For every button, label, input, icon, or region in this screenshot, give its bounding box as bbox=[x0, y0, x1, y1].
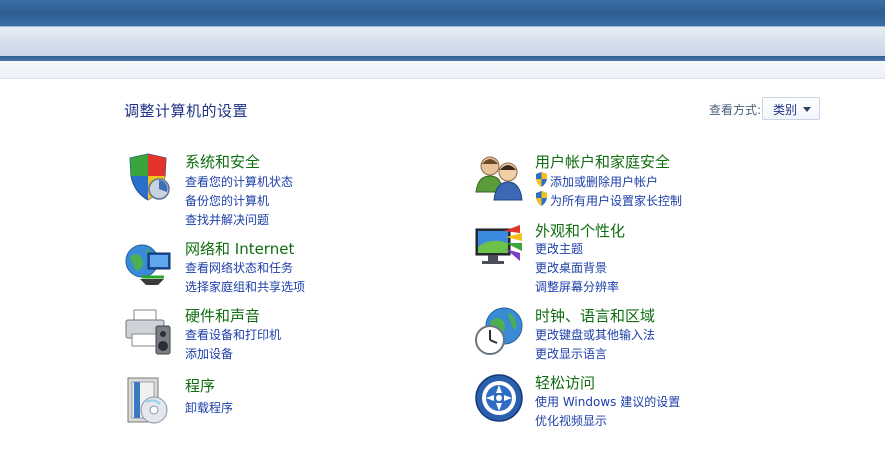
link-view-network-status[interactable]: 查看网络状态和任务 bbox=[185, 259, 293, 276]
page-title: 调整计算机的设置 bbox=[124, 102, 249, 120]
link-windows-suggested-settings[interactable]: 使用 Windows 建议的设置 bbox=[535, 393, 680, 410]
users-icon[interactable] bbox=[474, 152, 524, 202]
programs-icon[interactable] bbox=[124, 376, 174, 426]
clock-globe-icon[interactable] bbox=[474, 306, 524, 356]
category-heading-ease-of-access[interactable]: 轻松访问 bbox=[535, 372, 595, 393]
view-by-value: 类别 bbox=[773, 103, 798, 117]
category-hardware-sound: 硬件和声音 查看设备和打印机 添加设备 bbox=[124, 306, 424, 366]
link-change-input-method[interactable]: 更改键盘或其他输入法 bbox=[535, 326, 655, 343]
category-heading-clock-language-region[interactable]: 时钟、语言和区域 bbox=[535, 305, 655, 326]
category-system-security: 系统和安全 查看您的计算机状态 备份您的计算机 查找并解决问题 bbox=[124, 152, 424, 232]
link-change-background[interactable]: 更改桌面背景 bbox=[535, 259, 607, 276]
category-heading-network-internet[interactable]: 网络和 Internet bbox=[185, 238, 294, 259]
link-add-device[interactable]: 添加设备 bbox=[185, 345, 233, 362]
category-heading-system-security[interactable]: 系统和安全 bbox=[185, 151, 260, 172]
link-troubleshoot[interactable]: 查找并解决问题 bbox=[185, 211, 269, 228]
link-change-display-language[interactable]: 更改显示语言 bbox=[535, 345, 607, 362]
monitor-paint-icon[interactable] bbox=[474, 221, 524, 271]
link-homegroup-sharing[interactable]: 选择家庭组和共享选项 bbox=[185, 278, 305, 295]
view-by-label: 查看方式: bbox=[709, 103, 762, 117]
link-devices-printers[interactable]: 查看设备和打印机 bbox=[185, 326, 281, 343]
printer-icon[interactable] bbox=[124, 306, 174, 356]
category-ease-of-access: 轻松访问 使用 Windows 建议的设置 优化视频显示 bbox=[474, 373, 814, 433]
ease-of-access-icon[interactable] bbox=[474, 373, 524, 423]
link-uninstall-program[interactable]: 卸载程序 bbox=[185, 399, 233, 416]
chevron-down-icon bbox=[803, 107, 811, 112]
category-network-internet: 网络和 Internet 查看网络状态和任务 选择家庭组和共享选项 bbox=[124, 239, 424, 299]
category-heading-programs[interactable]: 程序 bbox=[185, 375, 215, 396]
window-title-bar bbox=[0, 0, 885, 26]
category-heading-user-accounts[interactable]: 用户帐户和家庭安全 bbox=[535, 151, 670, 172]
command-strip bbox=[0, 61, 885, 79]
uac-shield-icon bbox=[536, 191, 547, 206]
category-heading-hardware-sound[interactable]: 硬件和声音 bbox=[185, 305, 260, 326]
address-bar-area bbox=[0, 26, 885, 57]
view-by-dropdown[interactable]: 类别 bbox=[762, 97, 820, 120]
shield-icon[interactable] bbox=[124, 152, 174, 202]
category-appearance: 外观和个性化 更改主题 更改桌面背景 调整屏幕分辨率 bbox=[474, 221, 814, 301]
link-backup-computer[interactable]: 备份您的计算机 bbox=[185, 192, 269, 209]
link-parental-controls[interactable]: 为所有用户设置家长控制 bbox=[550, 192, 682, 209]
link-add-remove-accounts[interactable]: 添加或删除用户帐户 bbox=[550, 173, 658, 190]
category-clock-language-region: 时钟、语言和区域 更改键盘或其他输入法 更改显示语言 bbox=[474, 306, 814, 366]
link-optimize-visual-display[interactable]: 优化视频显示 bbox=[535, 412, 607, 429]
globe-network-icon[interactable] bbox=[124, 239, 174, 289]
link-change-theme[interactable]: 更改主题 bbox=[535, 240, 583, 257]
link-screen-resolution[interactable]: 调整屏幕分辨率 bbox=[535, 278, 619, 295]
category-user-accounts: 用户帐户和家庭安全 添加或删除用户帐户 为所有用户设置家长控制 bbox=[474, 152, 814, 212]
uac-shield-icon bbox=[536, 172, 547, 187]
link-view-computer-status[interactable]: 查看您的计算机状态 bbox=[185, 173, 293, 190]
category-programs: 程序 卸载程序 bbox=[124, 376, 424, 426]
category-heading-appearance[interactable]: 外观和个性化 bbox=[535, 220, 625, 241]
